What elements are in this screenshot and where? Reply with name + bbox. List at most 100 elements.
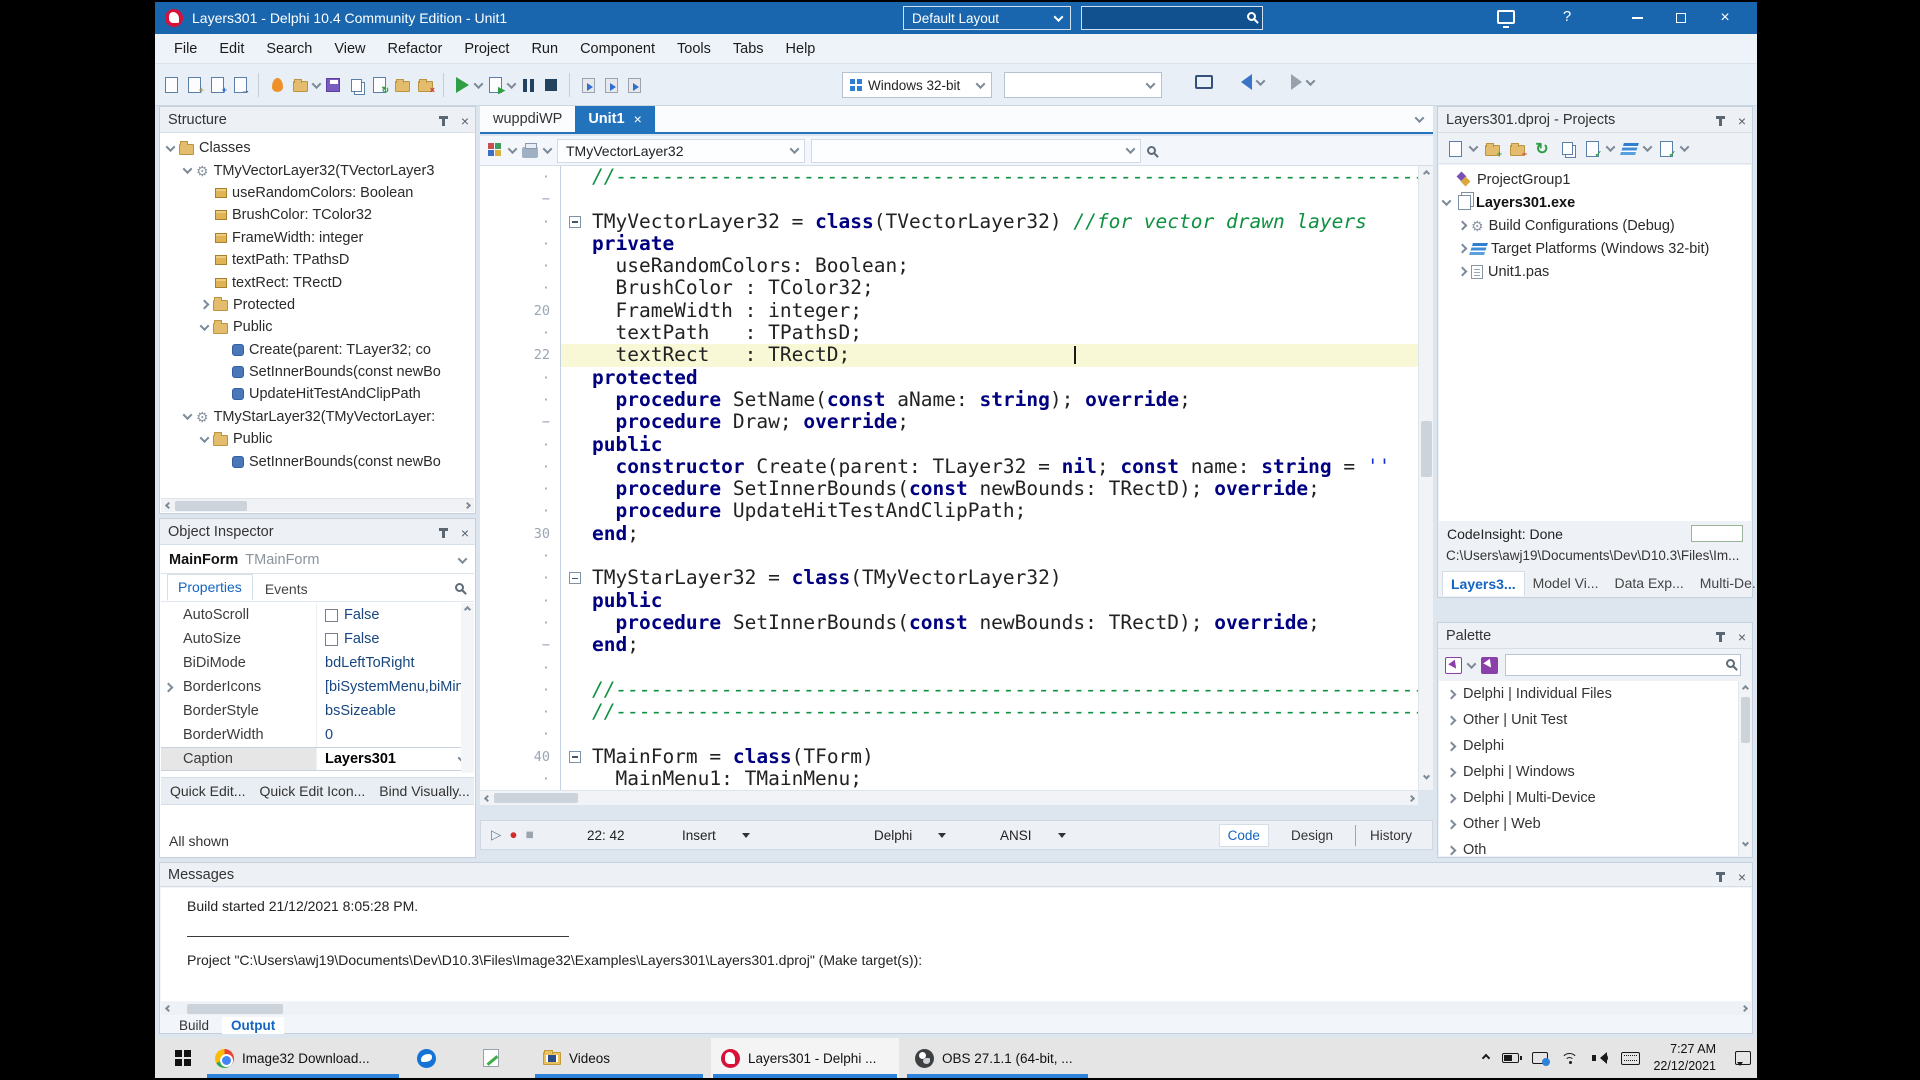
tray-expand-icon[interactable] xyxy=(1482,1054,1490,1062)
code-line[interactable]: − procedure Draw; override; xyxy=(480,411,1418,433)
code-line[interactable]: · useRandomColors: Boolean; xyxy=(480,255,1418,277)
code-line[interactable]: − xyxy=(480,188,1418,210)
code-line[interactable]: · textPath : TPathsD; xyxy=(480,322,1418,344)
minimize-button[interactable] xyxy=(1615,2,1659,34)
taskbar-button-delphi[interactable]: Layers301 - Delphi ... xyxy=(711,1038,899,1078)
touch-keyboard-icon[interactable] xyxy=(1621,1052,1640,1065)
menu-item-tabs[interactable]: Tabs xyxy=(722,37,775,61)
scrollbar-thumb[interactable] xyxy=(1741,697,1750,743)
structure-tree-item[interactable]: BrushColor: TColor32 xyxy=(161,204,474,226)
messages-tab-build[interactable]: Build xyxy=(170,1017,218,1034)
scroll-left-icon[interactable] xyxy=(480,796,494,801)
start-button[interactable] xyxy=(155,1038,211,1078)
code-line[interactable]: · procedure SetInnerBounds(const newBoun… xyxy=(480,612,1418,634)
tab-properties[interactable]: Properties xyxy=(167,574,253,601)
dock-tab-2[interactable]: Data Exp... xyxy=(1607,571,1692,595)
quick-action-link[interactable]: Bind Visually... xyxy=(379,783,470,799)
dock-tab-0[interactable]: Layers3... xyxy=(1442,571,1525,596)
pin-icon[interactable] xyxy=(1719,632,1722,642)
property-value[interactable]: False xyxy=(316,603,474,627)
close-button[interactable]: × xyxy=(1703,2,1747,34)
save-icon[interactable] xyxy=(323,75,343,95)
scroll-right-icon[interactable] xyxy=(1404,796,1418,801)
close-tab-icon[interactable]: × xyxy=(634,111,642,127)
trace-out-icon[interactable] xyxy=(624,75,644,95)
structure-tree-item[interactable]: textPath: TPathsD xyxy=(161,249,474,271)
close-icon[interactable]: × xyxy=(1738,630,1746,644)
palette-search-input[interactable] xyxy=(1505,654,1741,676)
messages-tab-output[interactable]: Output xyxy=(222,1017,284,1034)
quick-action-link[interactable]: Quick Edit Icon... xyxy=(259,783,365,799)
pause-button[interactable] xyxy=(518,75,538,95)
search-icon[interactable] xyxy=(1147,146,1156,155)
messages-horizontal-scrollbar[interactable] xyxy=(161,1002,1751,1015)
target-platform-combo[interactable]: Windows 32-bit xyxy=(842,72,992,98)
taskbar-button-videos[interactable]: Videos xyxy=(533,1038,705,1078)
display-sync-icon[interactable] xyxy=(1532,1052,1548,1064)
new-project-icon[interactable] xyxy=(1445,139,1465,159)
palette-category[interactable]: Delphi | Windows xyxy=(1439,759,1738,785)
palette-mode-icon[interactable] xyxy=(1445,657,1462,674)
activity-icon[interactable] xyxy=(1557,139,1577,159)
editor-tab-wuppdiwp[interactable]: wuppdiWP xyxy=(480,106,575,132)
property-row[interactable]: AutoScrollFalse xyxy=(161,603,474,627)
structure-tree-item[interactable]: ⚙TMyVectorLayer32(TVectorLayer3 xyxy=(161,159,474,181)
code-line[interactable]: · procedure SetInnerBounds(const newBoun… xyxy=(480,478,1418,500)
structure-tree-item[interactable]: Public xyxy=(161,316,474,338)
refresh-icon[interactable]: ↻ xyxy=(1532,139,1552,159)
code-line[interactable]: −end; xyxy=(480,634,1418,656)
structure-tree-item[interactable]: SetInnerBounds(const newBo xyxy=(161,450,474,472)
code-line[interactable]: 20 FrameWidth : integer; xyxy=(480,300,1418,322)
palette-scrollbar[interactable] xyxy=(1738,681,1751,856)
refresh-file-icon[interactable]: ↻ xyxy=(369,75,389,95)
code-line[interactable]: · xyxy=(480,657,1418,679)
search-icon[interactable] xyxy=(455,583,464,592)
structure-tree-item[interactable]: Create(parent: TLayer32; co xyxy=(161,339,474,361)
property-value[interactable]: [biSystemMenu,biMin xyxy=(316,675,474,699)
palette-category[interactable]: Delphi xyxy=(1439,733,1738,759)
dock-tab-1[interactable]: Model Vi... xyxy=(1525,571,1607,595)
stop-button[interactable] xyxy=(541,75,561,95)
build-check-icon[interactable]: ✓ xyxy=(1582,139,1602,159)
view-code[interactable]: Code xyxy=(1219,824,1269,847)
save-all-icon[interactable] xyxy=(346,75,366,95)
code-line[interactable]: ·public xyxy=(480,590,1418,612)
code-line[interactable]: ·public xyxy=(480,434,1418,456)
fold-collapse-icon[interactable] xyxy=(569,751,581,763)
menu-item-refactor[interactable]: Refactor xyxy=(377,37,454,61)
open-project-icon[interactable]: + xyxy=(207,75,227,95)
menu-item-help[interactable]: Help xyxy=(775,37,827,61)
structure-tree-item[interactable]: ⚙TMyStarLayer32(TMyVectorLayer: xyxy=(161,406,474,428)
property-grid-scrollbar[interactable] xyxy=(461,603,474,773)
new-items-icon[interactable] xyxy=(161,75,181,95)
property-value[interactable]: 0 xyxy=(316,723,474,747)
run-button[interactable] xyxy=(452,75,472,95)
code-line[interactable]: ·//-------------------------------------… xyxy=(480,701,1418,723)
add-to-project-icon[interactable]: → xyxy=(230,75,250,95)
property-row[interactable]: BorderIcons[biSystemMenu,biMin xyxy=(161,675,474,699)
project-tree-item[interactable]: Layers301.exe xyxy=(1439,191,1751,214)
type-navigation-combo[interactable]: TMyVectorLayer32 xyxy=(557,139,805,163)
menu-item-run[interactable]: Run xyxy=(520,37,569,61)
scrollbar-thumb[interactable] xyxy=(175,501,247,511)
scroll-up-icon[interactable] xyxy=(1422,170,1429,177)
maximize-button[interactable] xyxy=(1659,2,1703,34)
property-row[interactable]: BiDiModebdLeftToRight xyxy=(161,651,474,675)
chevron-down-icon[interactable] xyxy=(1467,659,1477,669)
code-line[interactable]: ·protected xyxy=(480,367,1418,389)
structure-tree-item[interactable]: Protected xyxy=(161,294,474,316)
open-recent-icon[interactable] xyxy=(290,75,310,95)
scroll-down-icon[interactable] xyxy=(1742,840,1749,847)
code-line[interactable]: · MainMenu1: TMainMenu; xyxy=(480,768,1418,790)
menu-item-component[interactable]: Component xyxy=(569,37,666,61)
insert-mode-combo[interactable]: Insert xyxy=(682,828,750,843)
model-view-icon[interactable] xyxy=(488,143,503,158)
step-over-icon[interactable] xyxy=(578,75,598,95)
code-line[interactable]: · procedure UpdateHitTestAndClipPath; xyxy=(480,500,1418,522)
code-line[interactable]: ·private xyxy=(480,233,1418,255)
close-icon[interactable]: × xyxy=(461,526,469,540)
code-line[interactable]: · BrushColor : TColor32; xyxy=(480,277,1418,299)
code-line[interactable]: 40TMainForm = class(TForm) xyxy=(480,746,1418,768)
close-icon[interactable]: × xyxy=(1738,114,1746,128)
wifi-icon[interactable] xyxy=(1561,1052,1579,1065)
